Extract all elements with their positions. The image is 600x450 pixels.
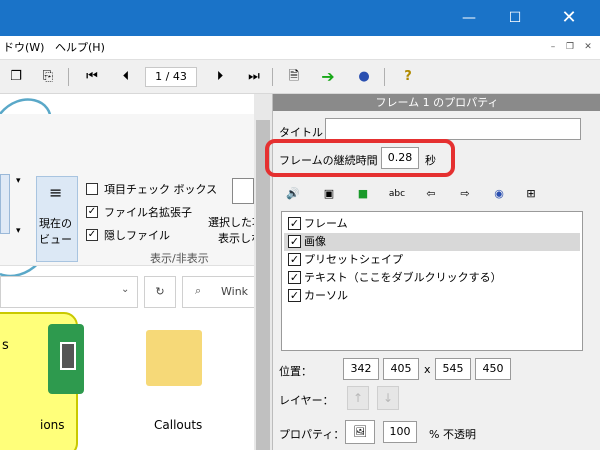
hidden-files-label: 隠しファイル — [104, 229, 170, 242]
search-placeholder: Wink — [221, 285, 249, 298]
add-next-button-icon[interactable]: ⇨ — [453, 183, 477, 205]
duration-input[interactable]: 0.28 — [381, 147, 419, 169]
opacity-input[interactable]: 100 — [383, 421, 417, 443]
position-y-input[interactable]: 405 — [383, 358, 419, 380]
refresh-icon[interactable]: ↻ — [144, 276, 176, 308]
extensions-label: ファイル名拡張子 — [104, 206, 192, 219]
app-window: — ☐ ✕ ドウ(W) ヘルプ(H) – ❐ ✕ ❐ ⎘ ⏮ ⏴ 1 / 43 … — [0, 0, 600, 450]
title-input[interactable] — [325, 118, 581, 140]
current-view-label-1: 現在の — [39, 217, 72, 230]
layer-up-icon[interactable]: ↑ — [347, 386, 369, 410]
current-view-button[interactable]: ≡ 現在の ビュー — [36, 176, 78, 262]
position-x-input[interactable]: 342 — [343, 358, 379, 380]
item-check-label: 項目チェック ボックス — [104, 183, 218, 196]
copy-icon[interactable]: ❐ — [4, 66, 28, 88]
properties-header: フレーム 1 のプロパティ — [273, 94, 600, 111]
mdi-close-icon[interactable]: ✕ — [581, 41, 595, 54]
layer-checkbox[interactable]: ✓ — [288, 235, 301, 248]
ribbon-arrow-icon[interactable]: ▾ — [16, 226, 21, 236]
toolbar-separator — [384, 68, 385, 86]
next-frame-icon[interactable]: ⏵ — [208, 66, 232, 88]
list-item[interactable]: ✓ 画像 — [284, 233, 580, 251]
list-item[interactable]: ✓ プリセットシェイプ — [284, 251, 580, 269]
position-label: 位置： — [279, 365, 312, 378]
last-frame-icon[interactable]: ⏭ — [242, 66, 266, 88]
previous-frame-icon[interactable]: ⏴ — [114, 66, 138, 88]
toolbar-separator — [68, 68, 69, 86]
properties-panel: フレーム 1 のプロパティ タイトル フレームの継続時間 0.28 秒 🔊 ▣ … — [265, 94, 600, 450]
layer-checkbox[interactable]: ✓ — [288, 289, 301, 302]
ribbon-edge-panel — [0, 174, 10, 234]
folder-label-right[interactable]: Callouts — [154, 418, 202, 432]
frame-preview[interactable]: ▾ ▾ ≡ 現在の ビュー 項目チェック ボックス ✓ ファイル名拡張子 ✓ 隠… — [0, 94, 272, 450]
callout-text: s — [2, 338, 9, 353]
minimize-icon[interactable]: — — [446, 0, 492, 36]
paste-icon[interactable]: ⎘ — [36, 66, 60, 88]
duration-unit: 秒 — [425, 154, 436, 167]
hidden-files-checkbox[interactable]: ✓ — [86, 229, 98, 241]
toolbar-separator — [272, 68, 273, 86]
ribbon-group-label: 表示/非表示 — [150, 252, 209, 265]
layer-checkbox[interactable]: ✓ — [288, 217, 301, 230]
frame-counter[interactable]: 1 / 43 — [145, 67, 197, 87]
menu-window[interactable]: ドウ(W) — [0, 36, 47, 60]
width-input[interactable]: 545 — [435, 358, 471, 380]
add-group-icon[interactable]: ⊞ — [519, 183, 543, 205]
maximize-icon[interactable]: ☐ — [492, 0, 538, 36]
help-icon[interactable]: ? — [396, 66, 420, 88]
list-item[interactable]: ✓ カーソル — [284, 287, 580, 305]
layer-label: カーソル — [304, 289, 348, 302]
green-arrow-icon[interactable]: ➔ — [316, 66, 340, 88]
list-item[interactable]: ✓ テキスト（ここをダブルクリックする） — [284, 269, 580, 287]
image-properties-icon[interactable]: 🖼 — [345, 420, 375, 444]
title-bar: — ☐ ✕ — [0, 0, 600, 36]
mdi-restore-icon[interactable]: ❐ — [563, 41, 577, 54]
document-icon — [232, 178, 254, 204]
address-bar[interactable]: ⌄ — [0, 276, 138, 308]
layer-checkbox[interactable]: ✓ — [288, 253, 301, 266]
height-input[interactable]: 450 — [475, 358, 511, 380]
add-sound-icon[interactable]: 🔊 — [281, 183, 305, 205]
add-image-icon[interactable]: ▣ — [317, 183, 341, 205]
layer-list[interactable]: ✓ フレーム ✓ 画像 ✓ プリセットシェイプ ✓ テキスト（ここをダブルクリッ… — [281, 211, 583, 351]
first-frame-icon[interactable]: ⏮ — [80, 66, 104, 88]
layer-label-text: レイヤー： — [279, 394, 334, 407]
folder-label-left[interactable]: ions — [40, 418, 65, 432]
menu-help[interactable]: ヘルプ(H) — [52, 36, 108, 60]
mdi-minimize-icon[interactable]: – — [546, 41, 560, 54]
size-separator: x — [424, 363, 431, 376]
layer-label: テキスト（ここをダブルクリックする） — [304, 271, 502, 284]
current-view-label-2: ビュー — [39, 233, 72, 246]
search-icon: ⌕ — [195, 284, 202, 297]
chevron-down-icon[interactable]: ⌄ — [121, 284, 129, 295]
list-view-icon: ≡ — [49, 183, 63, 202]
toolbar: ❐ ⎘ ⏮ ⏴ 1 / 43 ⏵ ⏭ 🗎 ➔ ● ? — [0, 61, 600, 94]
layer-label: フレーム — [304, 217, 348, 230]
close-icon[interactable]: ✕ — [546, 0, 592, 36]
ribbon-arrow-icon[interactable]: ▾ — [16, 176, 21, 186]
extensions-checkbox[interactable]: ✓ — [86, 206, 98, 218]
add-link-button-icon[interactable]: ◉ — [487, 183, 511, 205]
duration-label: フレームの継続時間 — [279, 154, 378, 167]
add-prev-button-icon[interactable]: ⇦ — [419, 183, 443, 205]
item-check-checkbox[interactable] — [86, 183, 98, 195]
layer-label: 画像 — [304, 235, 326, 248]
title-label: タイトル — [279, 126, 323, 139]
menu-bar: ドウ(W) ヘルプ(H) – ❐ ✕ — [0, 36, 600, 60]
opacity-unit: % 不透明 — [429, 428, 476, 441]
property-label: プロパティ： — [279, 428, 345, 441]
list-item[interactable]: ✓ フレーム — [284, 215, 580, 233]
layer-down-icon[interactable]: ↓ — [377, 386, 399, 410]
folder-icon[interactable] — [146, 330, 202, 386]
layer-checkbox[interactable]: ✓ — [288, 271, 301, 284]
add-text-icon[interactable]: abc — [385, 183, 409, 205]
new-document-icon[interactable]: 🗎 — [282, 66, 306, 88]
explorer-ribbon: ▾ ▾ ≡ 現在の ビュー 項目チェック ボックス ✓ ファイル名拡張子 ✓ 隠… — [0, 114, 272, 266]
add-shape-icon[interactable]: ■ — [351, 183, 375, 205]
globe-icon[interactable]: ● — [352, 66, 376, 88]
layer-label: プリセットシェイプ — [304, 253, 403, 266]
